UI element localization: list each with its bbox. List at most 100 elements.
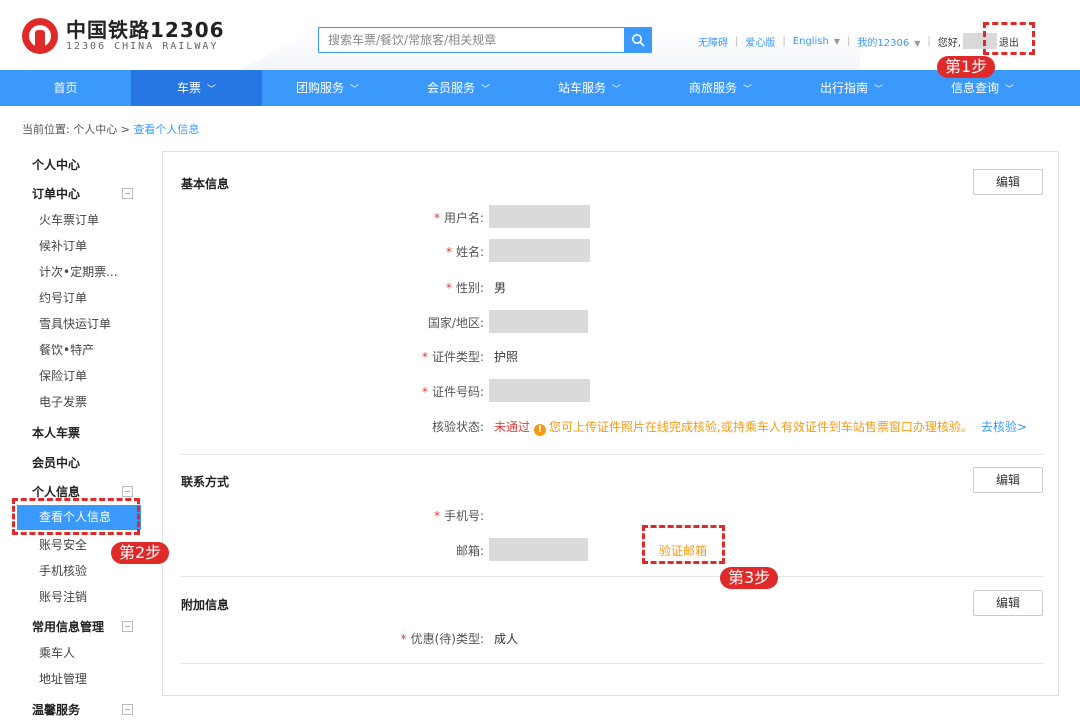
sidebar-item-waitlist-orders[interactable]: 候补订单 [39,237,87,254]
name-masked [489,239,590,262]
nav-travel-guide[interactable]: 出行指南 ﹀ [786,70,917,106]
name-label: * 姓名: [446,243,484,260]
site-logo[interactable]: 中国铁路12306 12306 CHINA RAILWAY [22,18,225,54]
sidebar-item-period-tickets[interactable]: 计次•定期票... [39,263,118,280]
step2-badge: 第2步 [111,542,170,564]
sidebar-item-address[interactable]: 地址管理 [39,670,87,687]
row-verify-status: 核验状态: 未通过! 您可上传证件照片在线完成核验,或持乘车人有效证件到车站售票窗… [163,415,1060,437]
required-mark: * [421,350,428,364]
top-links: 无障碍 | 爱心版 | English ▼ | 我的12306 ▼ | 您好, 退出 [698,33,1019,49]
collapse-toggle-icon[interactable]: − [122,704,133,715]
collapse-toggle-icon[interactable]: − [122,188,133,199]
nav-tickets[interactable]: 车票 ﹀ [131,70,262,106]
main-nav: 首页 车票 ﹀ 团购服务 ﹀ 会员服务 ﹀ 站车服务 ﹀ 商旅服务 ﹀ 出行指南 ﹀ 信息查… [0,70,1080,106]
id-number-masked [489,379,590,402]
country-label: 国家/地区: [427,316,484,330]
verify-status-line: 未通过! 您可上传证件照片在线完成核验,或持乘车人有效证件到车站售票窗口办理核验。… [494,418,1027,436]
go-verify-link[interactable]: 去核验> [981,420,1027,434]
required-mark: * [421,385,428,399]
label-text: 手机号: [443,509,484,523]
nav-home[interactable]: 首页 [0,70,131,106]
row-phone: * 手机号: [163,504,1060,526]
section-divider [181,663,1043,664]
sidebar-item-phone-verify[interactable]: 手机核验 [39,562,87,579]
english-label: English [792,35,829,47]
sidebar-warm-service[interactable]: 温馨服务 [32,701,80,718]
required-mark: * [433,211,440,225]
sidebar-item-ski-orders[interactable]: 雪具快运订单 [39,315,111,332]
link-separator: | [847,35,851,47]
nav-label: 首页 [53,81,78,95]
link-separator: | [782,35,786,47]
greeting-text: 您好, [937,37,961,49]
nav-group-service[interactable]: 团购服务 ﹀ [262,70,393,106]
breadcrumb-parent[interactable]: 个人中心 [73,123,117,136]
collapse-toggle-icon[interactable]: − [122,621,133,632]
row-name: * 姓名: [163,239,1060,262]
breadcrumb-current: 查看个人信息 [133,123,200,136]
sidebar-member-center[interactable]: 会员中心 [32,454,80,471]
my-12306-label: 我的12306 [857,37,910,49]
row-gender: * 性别: 男 [163,276,1060,298]
english-link[interactable]: English ▼ [793,36,840,47]
info-panel: 基本信息 编辑 * 用户名: * 姓名: * 性别: 男 国家/地区: * 证件类型: … [162,151,1059,696]
sidebar-item-e-invoice[interactable]: 电子发票 [39,393,87,410]
link-separator: | [927,35,931,47]
edit-contact-button[interactable]: 编辑 [973,467,1043,493]
section-title-basic: 基本信息 [181,177,230,191]
breadcrumb: 当前位置: 个人中心 > 查看个人信息 [22,121,199,137]
id-type-value: 护照 [494,350,519,364]
row-discount-type: * 优惠(待)类型: 成人 [163,627,1060,649]
edit-additional-button[interactable]: 编辑 [973,590,1043,616]
nav-label: 团购服务 [295,81,344,95]
collapse-toggle-icon[interactable]: − [122,486,133,497]
nav-label: 出行指南 [819,81,868,95]
sidebar-item-account-cancel[interactable]: 账号注销 [39,588,87,605]
chevron-down-icon: ▼ [833,36,841,46]
label-text: 证件号码: [431,385,484,399]
accessibility-link[interactable]: 无障碍 [698,34,728,49]
sidebar-item-food-specialty[interactable]: 餐饮•特产 [39,341,94,358]
discount-value: 成人 [494,632,519,646]
nav-business-service[interactable]: 商旅服务 ﹀ [655,70,786,106]
search-button[interactable] [624,27,652,53]
required-mark: * [400,632,407,646]
care-version-link[interactable]: 爱心版 [745,34,775,49]
step1-highlight-box [983,22,1035,55]
phone-label: * 手机号: [434,507,484,524]
username-masked [489,205,590,228]
username-label: * 用户名: [434,209,484,226]
edit-basic-button[interactable]: 编辑 [973,169,1043,195]
sidebar-personal-center[interactable]: 个人中心 [32,156,80,173]
verify-message: 您可上传证件照片在线完成核验,或持乘车人有效证件到车站售票窗口办理核验。 [549,420,973,434]
gender-value: 男 [494,281,507,295]
sidebar-item-account-security[interactable]: 账号安全 [39,536,87,553]
nav-label: 车票 [176,81,201,95]
logo-title: 中国铁路12306 [66,18,225,42]
sidebar-my-tickets[interactable]: 本人车票 [32,424,80,441]
email-label: 邮箱: [455,544,484,558]
row-country: 国家/地区: [163,310,1060,333]
row-id-number: * 证件号码: [163,379,1060,402]
logo-subtitle: 12306 CHINA RAILWAY [66,41,219,52]
breadcrumb-prefix: 当前位置: [22,123,70,136]
sidebar-item-passengers[interactable]: 乘车人 [39,644,75,661]
chevron-down-icon: ﹀ [1005,85,1015,95]
nav-station-service[interactable]: 站车服务 ﹀ [524,70,655,106]
sidebar-order-center[interactable]: 订单中心 [32,185,80,202]
search-input[interactable] [318,27,624,53]
my-12306-link[interactable]: 我的12306 ▼ [857,34,920,49]
chevron-down-icon: ﹀ [612,85,622,95]
id-type-label: * 证件类型: [422,348,484,365]
sidebar-item-insurance-orders[interactable]: 保险订单 [39,367,87,384]
sidebar-item-reserved-orders[interactable]: 约号订单 [39,289,87,306]
search-icon [632,34,645,47]
sidebar-common-info[interactable]: 常用信息管理 [32,618,104,635]
id-number-label: * 证件号码: [422,383,484,400]
required-mark: * [445,281,452,295]
step2-highlight-box [12,498,140,535]
sidebar-item-train-orders[interactable]: 火车票订单 [39,211,99,228]
label-text: 用户名: [443,211,484,225]
nav-member-service[interactable]: 会员服务 ﹀ [393,70,524,106]
row-email: 邮箱: 验证邮箱 [163,538,1060,561]
